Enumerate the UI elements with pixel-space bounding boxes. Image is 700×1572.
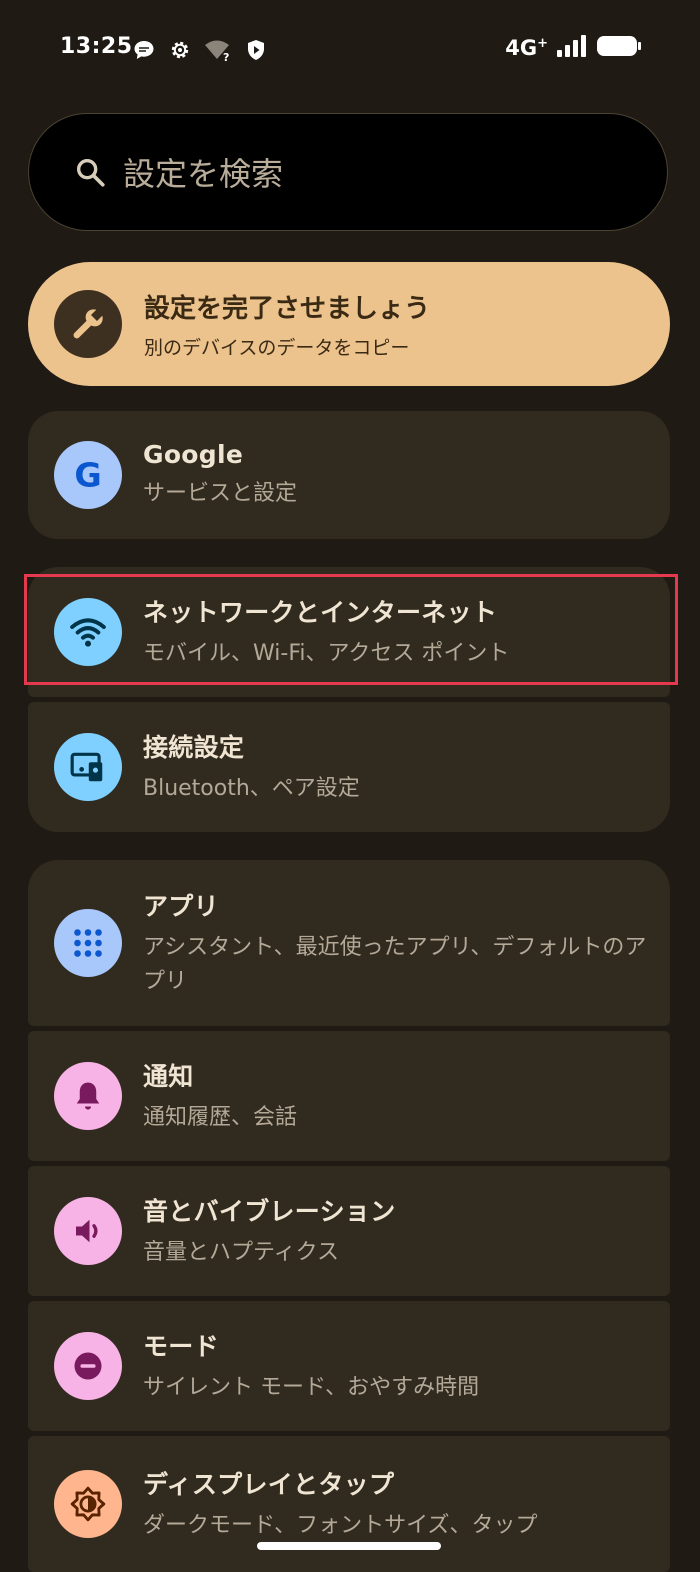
settings-item-network[interactable]: ネットワークとインターネット モバイル、Wi-Fi、アクセス ポイント — [28, 567, 670, 697]
search-settings-bar[interactable]: 設定を検索 — [28, 113, 668, 231]
battery-icon — [596, 34, 642, 62]
network-type: 4G+ — [505, 36, 548, 60]
settings-item-subtitle: 音量とハプティクス — [143, 1240, 340, 1265]
status-time: 13:25 — [60, 34, 133, 59]
settings-item-subtitle: ダークモード、フォントサイズ、タップ — [143, 1513, 538, 1538]
settings-item-connected-devices[interactable]: 接続設定 Bluetooth、ペア設定 — [28, 702, 670, 832]
settings-item-title: ネットワークとインターネット — [143, 598, 498, 627]
google-g-icon: G — [54, 441, 122, 509]
system-indicators: 4G+ — [505, 34, 642, 62]
search-icon — [76, 158, 105, 187]
settings-item-title: 音とバイブレーション — [143, 1197, 396, 1226]
settings-item-subtitle: Bluetooth、ペア設定 — [143, 776, 360, 801]
finish-setup-card[interactable]: 設定を完了させましょう 別のデバイスのデータをコピー — [28, 262, 670, 386]
shield-icon — [244, 38, 268, 62]
settings-item-title: モード — [143, 1332, 219, 1361]
settings-item-google[interactable]: G Google サービスと設定 — [28, 411, 670, 539]
svg-text:G: G — [74, 456, 101, 495]
settings-item-sound[interactable]: 音とバイブレーション 音量とハプティクス — [28, 1166, 670, 1296]
settings-item-title: Google — [143, 439, 244, 469]
brightness-icon — [54, 1470, 122, 1538]
settings-item-title: 接続設定 — [143, 733, 245, 762]
speaker-icon — [54, 1197, 122, 1265]
finish-setup-subtitle: 別のデバイスのデータをコピー — [144, 337, 410, 359]
settings-item-title: 通知 — [143, 1062, 194, 1091]
settings-item-subtitle: 通知履歴、会話 — [143, 1105, 298, 1130]
settings-item-subtitle: サービスと設定 — [143, 480, 298, 506]
finish-setup-title: 設定を完了させましょう — [144, 294, 431, 324]
settings-item-display[interactable]: ディスプレイとタップ ダークモード、フォントサイズ、タップ — [28, 1436, 670, 1572]
devices-icon — [54, 733, 122, 801]
finish-setup-text: 設定を完了させましょう 別のデバイスのデータをコピー — [144, 288, 430, 360]
wrench-icon — [54, 290, 122, 358]
settings-item-subtitle: アシスタント、最近使ったアプリ、デフォルトのアプリ — [143, 935, 647, 994]
bell-icon — [54, 1062, 122, 1130]
search-placeholder: 設定を検索 — [123, 155, 284, 193]
wifi-question-icon: ? — [204, 38, 232, 62]
settings-item-title: アプリ — [143, 892, 219, 921]
settings-item-apps[interactable]: アプリ アシスタント、最近使ったアプリ、デフォルトのアプリ — [28, 860, 670, 1026]
settings-item-subtitle: サイレント モード、おやすみ時間 — [143, 1375, 480, 1400]
svg-text:?: ? — [223, 51, 229, 62]
home-indicator[interactable] — [257, 1542, 441, 1550]
settings-item-subtitle: モバイル、Wi-Fi、アクセス ポイント — [143, 641, 510, 666]
wifi-icon — [54, 598, 122, 666]
apps-grid-icon — [54, 909, 122, 977]
status-bar: 13:25 ? 4G+ — [0, 0, 700, 100]
signal-icon — [556, 34, 588, 62]
settings-item-title: ディスプレイとタップ — [143, 1470, 395, 1499]
do-not-disturb-icon — [54, 1332, 122, 1400]
gear-icon — [168, 38, 192, 62]
chat-bubble-icon — [132, 38, 156, 62]
settings-item-notifications[interactable]: 通知 通知履歴、会話 — [28, 1031, 670, 1161]
settings-item-modes[interactable]: モード サイレント モード、おやすみ時間 — [28, 1301, 670, 1431]
notification-icons: ? — [132, 38, 268, 62]
